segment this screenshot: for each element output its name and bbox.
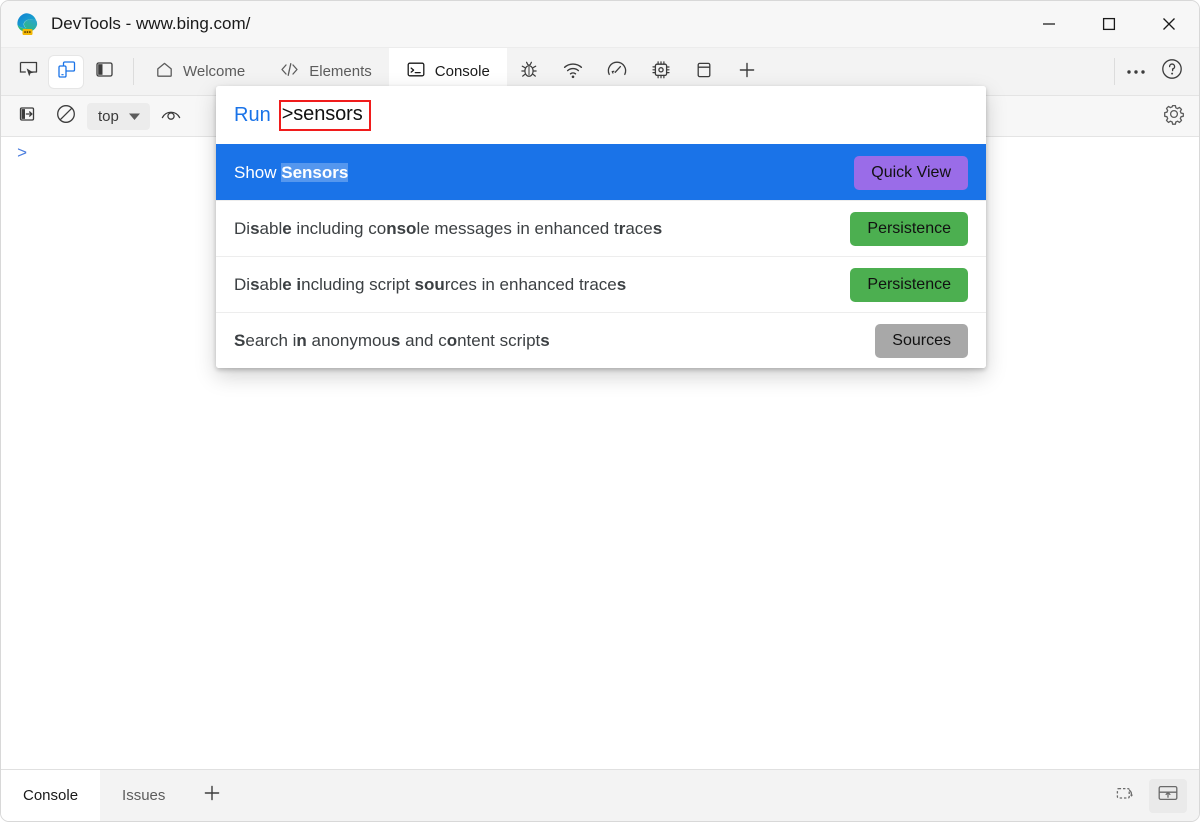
more-options-button[interactable] — [1119, 56, 1153, 88]
restore-drawer-icon — [1114, 782, 1138, 809]
tab-elements-label: Elements — [309, 63, 372, 80]
execution-context-value: top — [98, 107, 119, 125]
application-panel-icon — [694, 60, 714, 84]
inspect-element-button[interactable] — [11, 56, 45, 88]
console-sidebar-button[interactable] — [11, 100, 45, 132]
device-emulation-button[interactable] — [49, 55, 83, 88]
command-palette-item-badge: Persistence — [850, 267, 968, 302]
home-icon — [155, 60, 174, 83]
close-button[interactable] — [1139, 1, 1199, 48]
command-palette-query-input[interactable]: >sensors — [282, 103, 363, 126]
command-palette-item-badge: Persistence — [850, 211, 968, 246]
command-palette-item-disable-console-messages[interactable]: Disable including console messages in en… — [216, 200, 986, 256]
gauge-icon — [606, 60, 628, 84]
dock-to-top-button[interactable] — [1149, 778, 1187, 813]
drawer-spacer — [237, 770, 1107, 821]
bug-icon — [518, 59, 540, 84]
title-bar-left: DevTools - www.bing.com/ — [1, 11, 1019, 37]
devtools-window: DevTools - www.bing.com/ Welcome Element… — [0, 0, 1200, 822]
toolbar-divider — [133, 58, 134, 85]
command-palette-item-badge: Quick View — [854, 155, 968, 190]
minimize-button[interactable] — [1019, 1, 1079, 48]
window-title: DevTools - www.bing.com/ — [51, 14, 251, 33]
toolbar-divider-right — [1114, 58, 1115, 85]
gear-icon — [1163, 103, 1185, 130]
drawer-tab-console[interactable]: Console — [1, 770, 101, 821]
command-palette-results: Show Sensors Quick View Disable includin… — [216, 144, 986, 368]
tabstrip-right-buttons — [1119, 48, 1199, 95]
chip-icon — [650, 59, 672, 84]
plus-icon — [736, 59, 758, 85]
restore-drawer-button[interactable] — [1107, 779, 1145, 813]
command-palette-item-title: Show Sensors — [234, 162, 349, 182]
drawer-tab-issues[interactable]: Issues — [100, 770, 187, 821]
command-palette-input-row[interactable]: Run >sensors — [216, 86, 986, 144]
edge-devtools-logo-icon — [13, 11, 39, 37]
maximize-button[interactable] — [1079, 1, 1139, 48]
window-controls — [1019, 1, 1199, 48]
more-options-icon — [1125, 63, 1147, 81]
wifi-icon — [562, 60, 584, 84]
console-settings-button[interactable] — [1157, 100, 1191, 132]
command-palette-item-badge: Sources — [875, 323, 968, 358]
drawer-tab-issues-label: Issues — [122, 787, 166, 804]
tab-welcome-label: Welcome — [183, 63, 246, 80]
console-prompt-chevron-icon: > — [17, 145, 28, 164]
command-palette-item-show-sensors[interactable]: Show Sensors Quick View — [216, 144, 986, 200]
console-prompt-icon — [406, 60, 426, 83]
chevron-down-icon — [128, 108, 141, 125]
execution-context-select[interactable]: top — [87, 102, 150, 130]
console-sidebar-icon — [18, 105, 38, 128]
drawer-add-tool-button[interactable] — [187, 770, 237, 821]
command-palette-run-label: Run — [234, 103, 271, 126]
help-button[interactable] — [1155, 56, 1189, 88]
drawer-right-buttons — [1107, 770, 1199, 821]
device-emulation-icon — [56, 59, 77, 85]
live-expression-button[interactable] — [154, 100, 188, 132]
drawer-tab-console-label: Console — [23, 787, 79, 804]
clear-console-button[interactable] — [49, 100, 83, 132]
clear-console-icon — [55, 103, 77, 130]
eye-icon — [160, 105, 182, 128]
command-palette-item-search-anonymous-scripts[interactable]: Search in anonymous and content scripts … — [216, 312, 986, 368]
title-bar: DevTools - www.bing.com/ — [1, 1, 1199, 48]
tab-console-label: Console — [434, 63, 490, 80]
command-palette-item-disable-script-sources[interactable]: Disable including script sources in enha… — [216, 256, 986, 312]
help-icon — [1160, 57, 1184, 86]
command-palette-query-highlight: >sensors — [278, 99, 371, 131]
inspect-element-icon — [18, 59, 39, 85]
device-toolbar-group — [1, 48, 129, 95]
command-palette-item-title: Search in anonymous and content scripts — [234, 330, 550, 350]
sidebar-panel-button[interactable] — [87, 56, 121, 88]
command-palette-item-title: Disable including script sources in enha… — [234, 274, 627, 294]
plus-icon — [201, 782, 223, 809]
dock-to-top-icon — [1156, 783, 1180, 808]
sidebar-panel-icon — [94, 59, 115, 85]
drawer-tab-bar: Console Issues — [1, 769, 1199, 821]
command-palette[interactable]: Run >sensors Show Sensors Quick View Dis… — [216, 86, 986, 368]
command-palette-item-title: Disable including console messages in en… — [234, 218, 663, 238]
code-brackets-icon — [279, 60, 300, 83]
